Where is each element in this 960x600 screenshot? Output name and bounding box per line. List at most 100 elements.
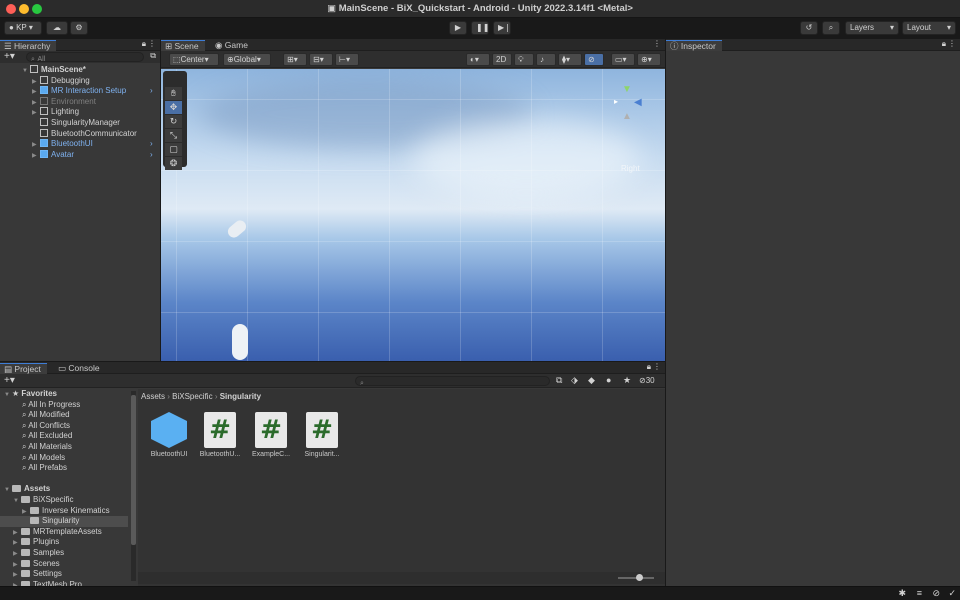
more-options-icon[interactable]: ⋮ xyxy=(653,39,661,48)
hierarchy-item[interactable]: ▶ MR Interaction Setup › xyxy=(32,86,153,97)
favorite-search-item[interactable]: ⌕ All Prefabs xyxy=(22,463,67,474)
tab-inspector[interactable]: ⓘ Inspector xyxy=(666,40,722,51)
scale-tool-icon[interactable]: ⤡ xyxy=(165,129,182,142)
tab-hierarchy[interactable]: ☰ Hierarchy xyxy=(0,40,57,51)
chevron-right-icon[interactable]: ▶ xyxy=(32,151,40,162)
rect-tool-icon[interactable]: ▢ xyxy=(165,143,182,156)
more-options-icon[interactable]: ⋮ xyxy=(653,362,661,371)
hierarchy-item[interactable]: ▶ Environment xyxy=(32,96,96,108)
favorite-search-item[interactable]: ⌕ All Excluded xyxy=(22,431,72,442)
asset-folder-item[interactable]: ▶ Settings xyxy=(13,569,62,580)
asset-item[interactable]: # ExampleC... xyxy=(246,412,296,458)
pause-button[interactable]: ❚❚ xyxy=(471,21,489,35)
zoom-slider-thumb[interactable] xyxy=(636,574,643,581)
asset-folder-item[interactable]: Singularity xyxy=(0,516,128,527)
asset-folder-item[interactable]: ▶ Plugins xyxy=(13,537,59,548)
hierarchy-item[interactable]: SingularityManager xyxy=(32,118,120,129)
search-by-label-icon[interactable]: ⬗ xyxy=(571,375,578,386)
transform-tool-icon[interactable]: ❂ xyxy=(165,157,182,170)
label-icon[interactable]: ◆ xyxy=(588,375,595,386)
activity-icon[interactable]: ⊘ xyxy=(932,588,940,599)
search-by-type-icon[interactable]: ⧉ xyxy=(556,375,562,386)
audio-toggle[interactable]: ♪ xyxy=(536,53,556,66)
hierarchy-item[interactable]: ▶ BluetoothUI › xyxy=(32,139,153,150)
undo-history-icon[interactable]: ↺ xyxy=(800,21,818,35)
tab-game[interactable]: ◉ Game xyxy=(211,40,254,51)
tree-scrollbar[interactable] xyxy=(131,391,136,581)
chevron-down-icon[interactable]: ▼ xyxy=(13,496,21,507)
add-button[interactable]: +▾ xyxy=(4,51,15,62)
favorite-search-item[interactable]: ⌕ All Conflicts xyxy=(22,421,70,432)
orientation-gizmo[interactable]: ▼ ◀ ▸ ▲ xyxy=(606,84,646,124)
asset-item[interactable]: BluetoothUI xyxy=(144,412,194,458)
asset-folder-item[interactable]: ▶ MRTemplateAssets xyxy=(13,527,102,538)
camera-dropdown[interactable]: ▭▾ xyxy=(611,53,635,66)
visibility-toggle[interactable]: ⊘ xyxy=(584,53,604,66)
snap-increment-button[interactable]: ⊟▾ xyxy=(309,53,333,66)
project-search-input[interactable]: ⌕ xyxy=(355,376,550,387)
move-tool-icon[interactable]: ✥ xyxy=(165,101,182,114)
neg-y-axis-cone[interactable]: ▲ xyxy=(622,111,632,122)
check-icon[interactable]: ✓ xyxy=(948,588,956,599)
snap-grid-button[interactable]: ⊞▾ xyxy=(283,53,307,66)
hierarchy-item[interactable]: ▼ MainScene* xyxy=(22,65,86,76)
tab-console[interactable]: ▭ Console xyxy=(54,363,106,374)
lock-icon[interactable]: 🔒︎ xyxy=(142,39,146,49)
account-dropdown[interactable]: ● KP ▾ xyxy=(4,21,42,35)
asset-folder-item[interactable]: ▶ Scenes xyxy=(13,559,60,570)
hierarchy-search-input[interactable]: ⌕ All xyxy=(26,52,144,63)
hidden-packages-button[interactable]: ⊘30 xyxy=(639,376,655,385)
favorite-search-item[interactable]: ⌕ All Models xyxy=(22,453,65,464)
asset-item[interactable]: # BluetoothU... xyxy=(195,412,245,458)
ruler-button[interactable]: ⊢▾ xyxy=(335,53,359,66)
step-button[interactable]: ▶❘ xyxy=(493,21,511,35)
layout-dropdown[interactable]: Layout ▾ xyxy=(902,21,956,35)
services-gear-icon[interactable]: ⚙ xyxy=(70,21,88,35)
info-icon[interactable]: ● xyxy=(606,375,611,385)
hierarchy-item[interactable]: ▶ Avatar › xyxy=(32,149,153,162)
capsule-object[interactable] xyxy=(232,324,248,360)
open-prefab-arrow-icon[interactable]: › xyxy=(150,86,153,97)
asset-folder-item[interactable]: ▶ Inverse Kinematics xyxy=(22,506,110,517)
hand-tool-icon[interactable]: ✋︎ xyxy=(165,87,182,100)
zoom-slider[interactable] xyxy=(618,574,654,581)
cloud-icon[interactable]: ☁ xyxy=(46,21,68,35)
hierarchy-item[interactable]: ▶ Debugging xyxy=(32,75,90,87)
z-axis-cone[interactable]: ◀ xyxy=(634,97,642,108)
scene-viewport[interactable]: ▼ ◀ ▸ ▲ Right xyxy=(161,69,665,361)
lighting-toggle[interactable]: 💡︎ xyxy=(514,53,534,66)
favorite-search-item[interactable]: ⌕ All In Progress xyxy=(22,400,80,411)
asset-folder-item[interactable]: ▼ BiXSpecific xyxy=(13,495,73,506)
asset-folder-item[interactable]: ▶ Samples xyxy=(13,548,64,559)
asset-item[interactable]: # Singularit... xyxy=(297,412,347,458)
favorites-header[interactable]: ▼ ★ Favorites xyxy=(4,389,57,400)
tab-project[interactable]: ▤ Project xyxy=(0,363,47,374)
gizmos-dropdown[interactable]: ⊕▾ xyxy=(637,53,661,66)
bug-icon[interactable]: ✱ xyxy=(898,588,906,599)
more-options-icon[interactable]: ⋮ xyxy=(148,39,156,48)
space-dropdown[interactable]: ⊕Global▾ xyxy=(223,53,271,66)
open-prefab-arrow-icon[interactable]: › xyxy=(150,150,153,161)
add-button[interactable]: +▾ xyxy=(4,375,15,386)
chevron-down-icon[interactable]: ▼ xyxy=(22,66,30,77)
search-icon[interactable]: ⌕ xyxy=(822,21,840,35)
breadcrumb-item[interactable]: Singularity xyxy=(220,392,261,401)
more-options-icon[interactable]: ⋮ xyxy=(948,39,956,48)
tab-scene[interactable]: ⊞ Scene xyxy=(161,40,205,51)
shading-mode-button[interactable]: ◐▾ xyxy=(466,53,490,66)
lock-icon[interactable]: 🔒︎ xyxy=(942,39,946,49)
star-icon[interactable]: ★ xyxy=(623,375,631,386)
hierarchy-item[interactable]: ▶ Lighting xyxy=(32,107,79,118)
hierarchy-item[interactable]: BluetoothCommunicator xyxy=(32,128,137,140)
lock-icon[interactable]: 🔒︎ xyxy=(647,362,651,372)
pivot-dropdown[interactable]: ⬚Center▾ xyxy=(169,53,219,66)
favorite-search-item[interactable]: ⌕ All Modified xyxy=(22,410,70,421)
y-axis-cone[interactable]: ▼ xyxy=(622,84,632,95)
layers-dropdown[interactable]: Layers ▾ xyxy=(845,21,899,35)
x-axis-cone[interactable]: ▸ xyxy=(614,97,618,106)
toggle-2d-button[interactable]: 2D xyxy=(492,53,512,66)
rotate-tool-icon[interactable]: ↻ xyxy=(165,115,182,128)
effects-toggle[interactable]: ⧫▾ xyxy=(558,53,582,66)
assets-header[interactable]: ▼ Assets xyxy=(4,484,50,495)
breadcrumb-item[interactable]: BiXSpecific xyxy=(172,392,212,401)
